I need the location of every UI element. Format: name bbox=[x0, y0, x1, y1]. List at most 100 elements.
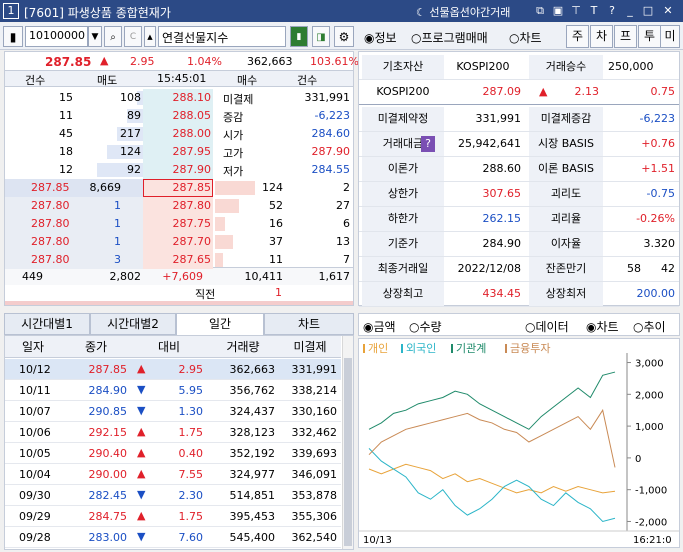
total-net: +7,609 bbox=[162, 270, 203, 283]
bid-qty-bar bbox=[215, 181, 255, 195]
trade-row-bg bbox=[5, 179, 143, 197]
radio-program[interactable]: ○프로그램매매 bbox=[411, 29, 488, 46]
y-tick-label: -1,000 bbox=[635, 486, 667, 497]
radio-data[interactable]: ○데이터 bbox=[525, 318, 569, 335]
ask-price[interactable]: 287.95 bbox=[173, 145, 212, 158]
search-icon[interactable]: ⌕ bbox=[104, 26, 122, 47]
ask-price[interactable]: 287.90 bbox=[173, 163, 212, 176]
daily-row[interactable]: 10/12 287.85 ▲ 2.95 362,663 331,991 bbox=[5, 359, 341, 380]
tab-time2[interactable]: 시간대별2 bbox=[90, 313, 176, 335]
pin-icon[interactable]: ⊤ bbox=[569, 3, 583, 18]
trade-qty: 1 bbox=[114, 199, 121, 212]
daily-row[interactable]: 10/07 290.85 ▼ 1.30 324,437 330,160 bbox=[5, 401, 341, 422]
window-number: 1 bbox=[3, 3, 19, 19]
daily-scrollbar[interactable] bbox=[342, 336, 353, 549]
daily-row[interactable]: 09/29 284.75 ▲ 1.75 395,453 355,306 bbox=[5, 506, 341, 527]
ask-price[interactable]: 288.00 bbox=[173, 127, 212, 140]
radio-chart[interactable]: ○차트 bbox=[509, 29, 542, 46]
col-date: 일자 bbox=[5, 336, 61, 358]
trade-row-bg bbox=[5, 215, 143, 233]
bid-qty: 124 bbox=[262, 181, 283, 194]
info-value-2: -6,223 bbox=[639, 112, 675, 125]
code-clear-icon[interactable]: C bbox=[124, 26, 142, 47]
btn-investor[interactable]: 투 bbox=[638, 25, 661, 48]
export-icon[interactable]: ◨ bbox=[312, 26, 330, 47]
ask-price[interactable]: 288.05 bbox=[173, 109, 212, 122]
daily-row[interactable]: 10/06 292.15 ▲ 1.75 328,123 332,462 bbox=[5, 422, 341, 443]
daily-open-interest: 353,878 bbox=[291, 489, 338, 502]
minimize-icon[interactable]: _ bbox=[623, 3, 637, 18]
btn-stock[interactable]: 주 bbox=[566, 25, 589, 48]
daily-volume: 362,663 bbox=[229, 363, 276, 376]
daily-open-interest: 346,091 bbox=[291, 468, 338, 481]
radio-amount[interactable]: ◉금액 bbox=[363, 318, 396, 335]
series-line bbox=[368, 371, 616, 430]
help-icon[interactable]: ? bbox=[605, 3, 619, 18]
daily-row[interactable]: 09/28 283.00 ▼ 7.60 545,400 362,540 bbox=[5, 527, 341, 548]
radio-info[interactable]: ◉정보 bbox=[364, 29, 397, 46]
maximize-icon[interactable]: □ bbox=[641, 3, 655, 18]
up-arrow-icon: ▲ bbox=[137, 425, 146, 438]
settings-icon[interactable]: ⚙ bbox=[334, 26, 354, 47]
code-input[interactable]: 10100000 bbox=[25, 26, 88, 47]
info-value: 262.15 bbox=[482, 212, 522, 225]
night-trading-label[interactable]: ☾ 선물옵션야간거래 bbox=[416, 4, 510, 20]
radio-trend[interactable]: ○추이 bbox=[633, 318, 666, 335]
help-icon[interactable]: ? bbox=[421, 136, 435, 152]
ask-qty: 108 bbox=[120, 91, 141, 104]
code-dropdown-icon[interactable]: ▼ bbox=[88, 26, 102, 47]
info-label-2: 괴리도 bbox=[529, 182, 603, 206]
window-link-icon[interactable]: ⧉ bbox=[533, 3, 547, 18]
window-layout-icon[interactable]: ▣ bbox=[551, 3, 565, 18]
daily-change: 0.40 bbox=[178, 447, 204, 460]
tab-chart[interactable]: 차트 bbox=[264, 313, 354, 335]
ask-price[interactable]: 288.10 bbox=[173, 91, 212, 104]
scrollbar-thumb[interactable] bbox=[344, 358, 352, 546]
bid-price[interactable]: 287.75 bbox=[173, 217, 212, 230]
tab-time1[interactable]: 시간대별1 bbox=[4, 313, 90, 335]
info-label: 이론가 bbox=[362, 157, 444, 181]
bid-price[interactable]: 287.70 bbox=[173, 235, 212, 248]
info-row: 거래대금 25,942,641 시장 BASIS +0.76? bbox=[359, 132, 679, 157]
legend-label: 외국인 bbox=[406, 342, 436, 355]
y-tick-label: 2,000 bbox=[635, 390, 664, 401]
btn-program[interactable]: 프 bbox=[614, 25, 637, 48]
instrument-name: 연결선물지수 bbox=[158, 26, 286, 47]
bid-qty-bar bbox=[215, 253, 223, 267]
bid-price[interactable]: 287.85 bbox=[173, 181, 212, 194]
ask-count: 11 bbox=[59, 109, 73, 122]
font-icon[interactable]: T bbox=[587, 3, 601, 18]
radio-quantity[interactable]: ○수량 bbox=[409, 318, 442, 335]
close-icon[interactable]: ✕ bbox=[661, 3, 675, 18]
bottom-tabs: 시간대별1 시간대별2 일간 차트 bbox=[4, 313, 354, 335]
info-label-2: 잔존만기 bbox=[529, 257, 603, 281]
header-ask-qty: 매도 bbox=[97, 74, 118, 87]
daily-row[interactable]: 09/30 282.45 ▼ 2.30 514,851 353,878 bbox=[5, 485, 341, 506]
chart-controls: ◉금액 ○수량 ○데이터 ◉차트 ○추이 bbox=[358, 313, 680, 336]
btn-unsettled[interactable]: 미 bbox=[660, 25, 680, 48]
bid-qty-bar bbox=[215, 235, 233, 249]
btn-chart[interactable]: 차 bbox=[590, 25, 613, 48]
daily-row[interactable]: 10/11 284.90 ▼ 5.95 356,762 338,214 bbox=[5, 380, 341, 401]
ask-count: 12 bbox=[59, 163, 73, 176]
legend-label: 금융투자 bbox=[510, 342, 550, 355]
bid-count: 27 bbox=[336, 199, 350, 212]
code-list-icon[interactable]: ▮ bbox=[3, 26, 23, 47]
bid-price[interactable]: 287.65 bbox=[173, 253, 212, 266]
bid-qty: 16 bbox=[269, 217, 283, 230]
green-tool-icon[interactable]: ▮ bbox=[290, 26, 308, 47]
bid-price[interactable]: 287.80 bbox=[173, 199, 212, 212]
info-label-2: 이자율 bbox=[529, 232, 603, 256]
daily-row[interactable]: 10/04 290.00 ▲ 7.55 324,977 346,091 bbox=[5, 464, 341, 485]
radio-chart-view[interactable]: ◉차트 bbox=[586, 318, 619, 335]
current-price: 287.85 bbox=[45, 55, 92, 69]
orderbook-totals: 449 2,802 +7,609 10,411 1,617 bbox=[5, 267, 353, 285]
code-stepper[interactable]: ▲ bbox=[144, 26, 156, 47]
daily-change: 7.60 bbox=[178, 531, 204, 544]
col-close: 종가 bbox=[61, 336, 131, 358]
daily-row[interactable]: 10/05 290.40 ▲ 0.40 352,192 339,693 bbox=[5, 443, 341, 464]
ask-side-label: 시가 bbox=[223, 129, 244, 142]
total-ask-qty: 2,802 bbox=[109, 270, 142, 283]
tab-daily[interactable]: 일간 bbox=[176, 313, 264, 335]
ask-qty: 124 bbox=[120, 145, 141, 158]
